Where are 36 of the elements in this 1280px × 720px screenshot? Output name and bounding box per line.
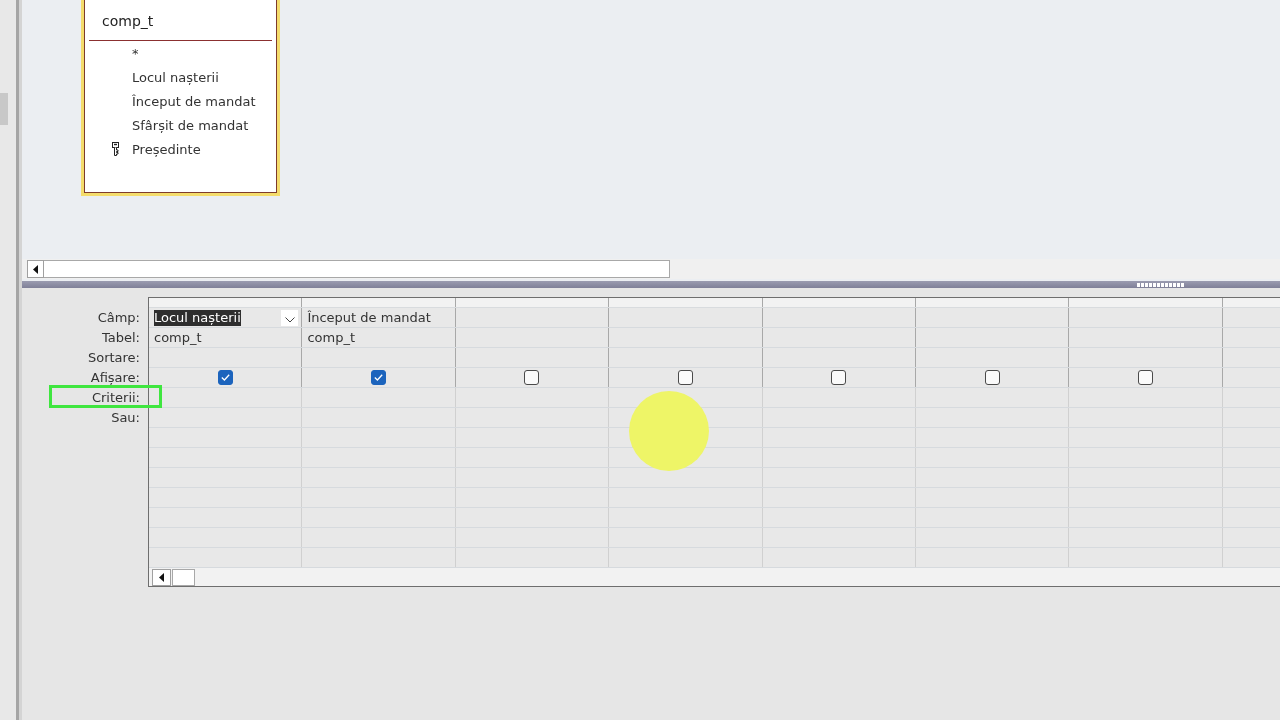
show-checkbox[interactable]: [217, 370, 233, 385]
table-field-list[interactable]: comp_t * Locul nașterii Început de mandat Sfârșit de mandat Președinte: [81, 0, 280, 196]
field-cell[interactable]: Locul nașterii: [154, 309, 241, 326]
show-checkbox[interactable]: [677, 370, 693, 385]
scroll-left-button[interactable]: [152, 568, 171, 586]
table-cell: comp_t: [154, 329, 202, 346]
chevron-down-icon: [284, 316, 295, 323]
show-checkbox[interactable]: [1138, 370, 1154, 385]
row-label: Afișare:: [90, 371, 140, 385]
field-name[interactable]: Președinte: [132, 141, 201, 157]
show-checkbox[interactable]: [524, 370, 540, 385]
table-cell: comp_t: [307, 329, 355, 346]
row-label: Sau:: [111, 411, 140, 425]
checkmark-icon: [374, 374, 384, 381]
row-label: Sortare:: [87, 351, 140, 365]
left-arrow-icon: [159, 572, 164, 582]
scroll-left-button[interactable]: [27, 260, 44, 278]
grip-icon: [1137, 282, 1185, 287]
scrollbar-thumb[interactable]: [44, 260, 670, 278]
scrollbar-thumb[interactable]: [0, 93, 8, 125]
dropdown-button[interactable]: [281, 309, 299, 326]
field-name[interactable]: Locul nașterii: [132, 69, 219, 85]
field-name[interactable]: Sfârșit de mandat: [132, 117, 249, 133]
show-checkbox[interactable]: [984, 370, 1000, 385]
field-name[interactable]: Început de mandat: [132, 93, 256, 109]
table-title: comp_t: [101, 12, 155, 31]
row-label: Câmp:: [97, 311, 140, 325]
checkmark-icon: [220, 374, 230, 381]
row-label: Criterii:: [91, 391, 140, 405]
show-checkbox[interactable]: [831, 370, 847, 385]
row-label: Tabel:: [102, 331, 140, 345]
left-arrow-icon: [33, 264, 38, 274]
scrollbar-thumb[interactable]: [172, 568, 195, 586]
field-cell[interactable]: Început de mandat: [307, 309, 431, 326]
field-name[interactable]: *: [132, 45, 139, 61]
show-checkbox[interactable]: [371, 370, 387, 385]
